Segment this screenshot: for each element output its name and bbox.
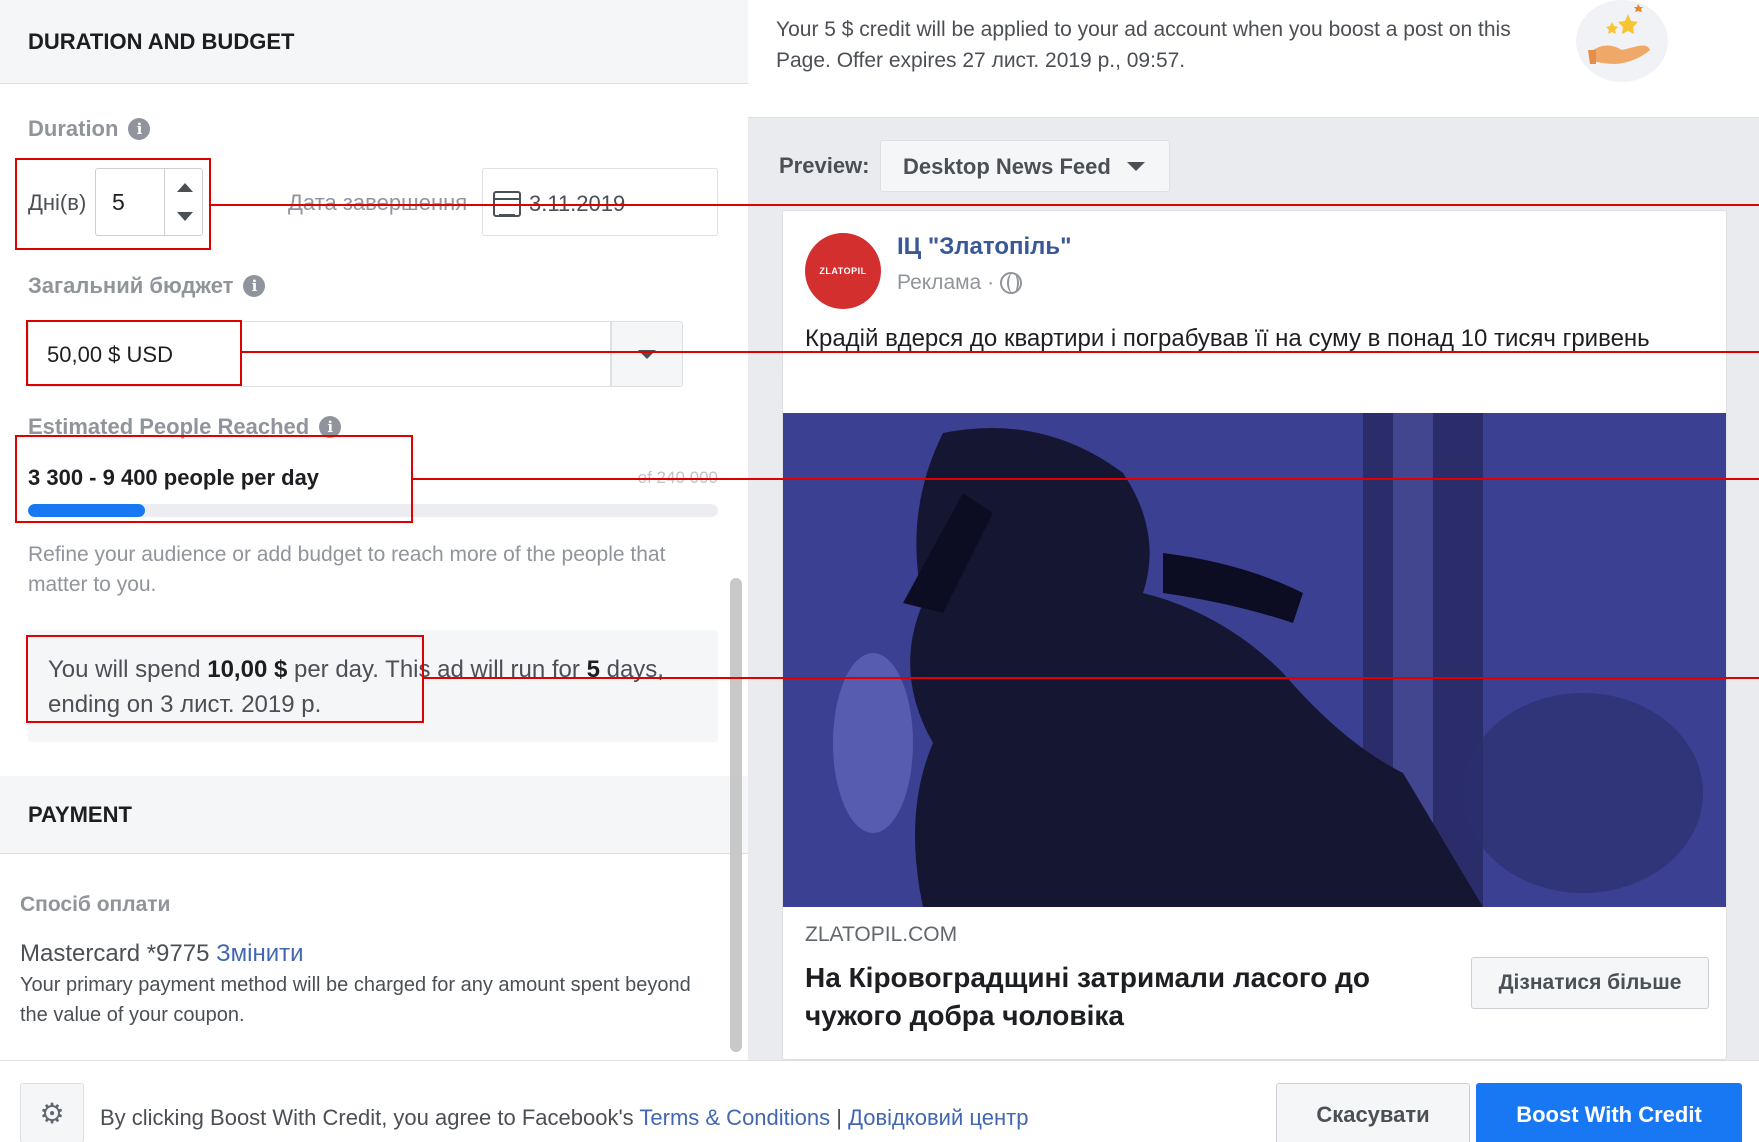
duration-label-text: Duration	[28, 116, 119, 141]
annotation-box-spend	[26, 635, 424, 723]
duration-budget-header: DURATION AND BUDGET	[0, 0, 748, 84]
placement-value[interactable]: Desktop News Feed	[903, 154, 1111, 180]
info-icon[interactable]: i	[128, 118, 151, 140]
info-icon[interactable]: i	[243, 275, 266, 297]
end-date-label: Дата завершення	[288, 190, 468, 215]
payment-method-label: Спосіб оплати	[20, 893, 171, 916]
credit-banner: Your 5 $ credit will be applied to your …	[748, 0, 1759, 118]
preview-label: Preview:	[779, 153, 870, 178]
sponsored-label: Реклама ·	[897, 271, 995, 294]
budget-label-text: Загальний бюджет	[28, 273, 234, 298]
payment-header: PAYMENT	[0, 776, 748, 854]
placement-dropdown[interactable]: Desktop News Feed	[880, 140, 1170, 192]
agreement-prefix: By clicking Boost With Credit, you agree…	[100, 1105, 640, 1130]
annotation-line	[211, 204, 1759, 206]
section-title: DURATION AND BUDGET	[28, 28, 295, 54]
agreement-text: By clicking Boost With Credit, you agree…	[100, 1105, 1028, 1131]
annotation-box-reach	[15, 435, 413, 523]
right-panel: Your 5 $ credit will be applied to your …	[748, 0, 1759, 1060]
learn-more-button[interactable]: Дізнатися більше	[1471, 957, 1709, 1009]
change-payment-link[interactable]: Змінити	[216, 940, 303, 967]
boost-with-credit-button[interactable]: Boost With Credit	[1476, 1083, 1742, 1142]
page-avatar[interactable]: ZLATOPIL	[805, 233, 881, 309]
payment-note: Your primary payment method will be char…	[20, 974, 691, 1026]
link-separator: |	[830, 1105, 849, 1130]
chevron-down-icon	[1127, 162, 1145, 171]
budget-label: Загальний бюджет i	[28, 273, 266, 299]
duration-label: Duration i	[28, 116, 151, 142]
footer-bar: ⚙ By clicking Boost With Credit, you agr…	[0, 1060, 1759, 1142]
card-name: Mastercard *9775	[20, 940, 210, 967]
payment-card: Mastercard *9775 Змінити	[20, 940, 304, 968]
annotation-box-days	[15, 158, 211, 250]
terms-link[interactable]: Terms & Conditions	[639, 1105, 830, 1130]
hand-with-stars-icon	[1576, 0, 1668, 82]
annotation-box-budget	[26, 320, 242, 386]
help-center-link[interactable]: Довідковий центр	[848, 1105, 1028, 1130]
scrollbar[interactable]	[730, 578, 742, 1052]
annotation-line	[413, 478, 1759, 480]
post-domain: ZLATOPIL.COM	[805, 923, 958, 946]
globe-icon	[1000, 272, 1023, 294]
post-image[interactable]	[783, 413, 1726, 907]
sponsored-line: Реклама ·	[897, 271, 1023, 295]
cancel-button[interactable]: Скасувати	[1276, 1083, 1470, 1142]
credit-banner-text: Your 5 $ credit will be applied to your …	[776, 18, 1511, 72]
section-title: PAYMENT	[28, 801, 132, 827]
gear-icon[interactable]: ⚙	[20, 1083, 84, 1142]
annotation-line	[424, 677, 1759, 679]
refine-hint: Refine your audience or add budget to re…	[28, 543, 666, 596]
annotation-line	[242, 351, 1759, 353]
post-preview: ZLATOPIL ІЦ "Златопіль" Реклама · Крадій…	[782, 210, 1727, 1060]
budget-dropdown-button[interactable]	[611, 321, 683, 387]
page-name-link[interactable]: ІЦ "Златопіль"	[897, 233, 1072, 261]
post-headline[interactable]: На Кіровоградщині затримали ласого до чу…	[805, 959, 1435, 1035]
end-date-field[interactable]: 3.11.2019	[482, 168, 718, 236]
